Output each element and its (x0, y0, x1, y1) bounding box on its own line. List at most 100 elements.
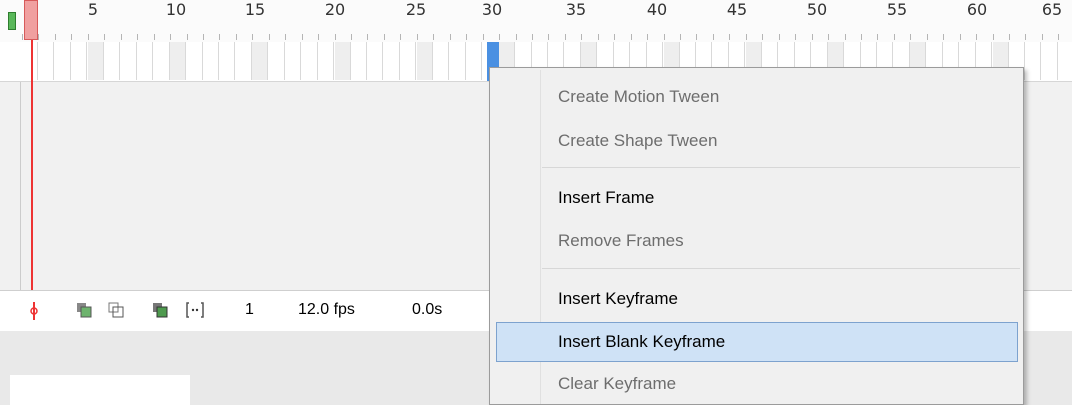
ruler-tick (696, 34, 697, 40)
ruler-number: 55 (886, 0, 908, 19)
frame-cell[interactable] (351, 42, 367, 80)
ruler-tick (828, 34, 829, 40)
frame-cell[interactable] (335, 42, 351, 80)
frame-cell[interactable] (137, 42, 153, 80)
menu-item-insert-keyframe[interactable]: Insert Keyframe (558, 289, 678, 309)
frame-cell[interactable] (367, 42, 383, 80)
ruler-tick (121, 34, 122, 40)
ruler-number: 35 (565, 0, 587, 19)
frame-cell[interactable] (22, 42, 38, 80)
ruler-tick (384, 34, 385, 40)
ruler-tick (104, 34, 105, 40)
frame-cell[interactable] (466, 42, 482, 80)
frame-cell[interactable] (170, 42, 186, 80)
menu-item-create-motion-tween[interactable]: Create Motion Tween (558, 87, 719, 107)
ruler-tick (565, 34, 566, 40)
ruler-number: 65 (1041, 0, 1063, 19)
ruler-tick (910, 34, 911, 40)
current-frame-value: 1 (245, 301, 254, 318)
ruler-tick (1058, 34, 1059, 40)
ruler-tick (664, 34, 665, 40)
ruler-tick (170, 34, 171, 40)
ruler-tick (877, 34, 878, 40)
ruler-tick (614, 34, 615, 40)
ruler-tick (433, 34, 434, 40)
frame-cell[interactable] (417, 42, 433, 80)
frame-cell[interactable] (187, 42, 203, 80)
frame-cell[interactable] (252, 42, 268, 80)
menu-item-insert-frame[interactable]: Insert Frame (558, 188, 654, 208)
bottom-panel-tab[interactable] (10, 375, 190, 405)
frame-cell[interactable] (219, 42, 235, 80)
ruler-number: 30 (481, 0, 503, 19)
ruler-tick (187, 34, 188, 40)
ruler-tick (269, 34, 270, 40)
edit-multiple-frames-icon[interactable] (152, 302, 168, 318)
playhead-line (31, 40, 33, 290)
frame-cell[interactable] (1058, 42, 1072, 80)
frame-cell[interactable] (38, 42, 54, 80)
menu-item-remove-frames[interactable]: Remove Frames (558, 231, 684, 251)
ruler-tick (38, 34, 39, 40)
ruler-number: 15 (244, 0, 266, 19)
ruler-tick (302, 34, 303, 40)
frame-cell[interactable] (450, 42, 466, 80)
menu-separator (542, 268, 1020, 269)
ruler-tick (976, 34, 977, 40)
ruler-tick (22, 34, 23, 40)
ruler-tick (581, 34, 582, 40)
frame-cell[interactable] (71, 42, 87, 80)
frame-context-menu: Create Motion Tween Create Shape Tween I… (489, 67, 1024, 405)
modify-onion-markers-icon[interactable] (186, 302, 204, 318)
frame-cell[interactable] (302, 42, 318, 80)
ruler-tick (729, 34, 730, 40)
menu-separator (542, 167, 1020, 168)
frame-cell[interactable] (269, 42, 285, 80)
elapsed-time-value: 0.0s (412, 301, 443, 318)
ruler-number: 5 (87, 0, 99, 19)
frame-cell[interactable] (236, 42, 252, 80)
ruler-tick (779, 34, 780, 40)
frame-cell[interactable] (203, 42, 219, 80)
frame-cell[interactable] (384, 42, 400, 80)
ruler-tick (1009, 34, 1010, 40)
ruler-tick (516, 34, 517, 40)
ruler-tick (417, 34, 418, 40)
ruler-tick (894, 34, 895, 40)
ruler-number: 45 (726, 0, 748, 19)
playhead-handle[interactable] (24, 0, 38, 40)
frame-cell[interactable] (318, 42, 334, 80)
frame-cell[interactable] (55, 42, 71, 80)
menu-item-create-shape-tween[interactable]: Create Shape Tween (558, 131, 717, 151)
ruler-tick (351, 34, 352, 40)
frame-cell[interactable] (433, 42, 449, 80)
frame-cell[interactable] (88, 42, 104, 80)
layer-panel-edge (0, 82, 21, 290)
onion-skin-icon[interactable] (76, 302, 92, 318)
ruler-tick (812, 34, 813, 40)
ruler-tick (960, 34, 961, 40)
frame-cell[interactable] (400, 42, 416, 80)
ruler-tick (203, 34, 204, 40)
ruler-number: 60 (966, 0, 988, 19)
frame-cell[interactable] (1025, 42, 1041, 80)
ruler-number: 20 (324, 0, 346, 19)
frame-cell[interactable] (121, 42, 137, 80)
ruler-tick (647, 34, 648, 40)
ruler-tick (631, 34, 632, 40)
ruler-tick (252, 34, 253, 40)
ruler-tick (483, 34, 484, 40)
frame-cell[interactable] (154, 42, 170, 80)
timeline-ruler[interactable]: 1 5 10 15 20 25 30 35 40 45 50 55 60 65 (0, 0, 1072, 43)
ruler-tick (746, 34, 747, 40)
center-frame-icon[interactable] (30, 302, 38, 320)
frame-cell[interactable] (1042, 42, 1058, 80)
menu-item-insert-blank-keyframe[interactable]: Insert Blank Keyframe (558, 332, 725, 352)
frame-cell[interactable] (285, 42, 301, 80)
onion-skin-outlines-icon[interactable] (108, 302, 124, 318)
menu-item-clear-keyframe[interactable]: Clear Keyframe (558, 374, 676, 394)
ruler-tick (55, 34, 56, 40)
frame-rate-value[interactable]: 12.0 fps (298, 301, 355, 319)
ruler-tick (927, 34, 928, 40)
frame-cell[interactable] (104, 42, 120, 80)
